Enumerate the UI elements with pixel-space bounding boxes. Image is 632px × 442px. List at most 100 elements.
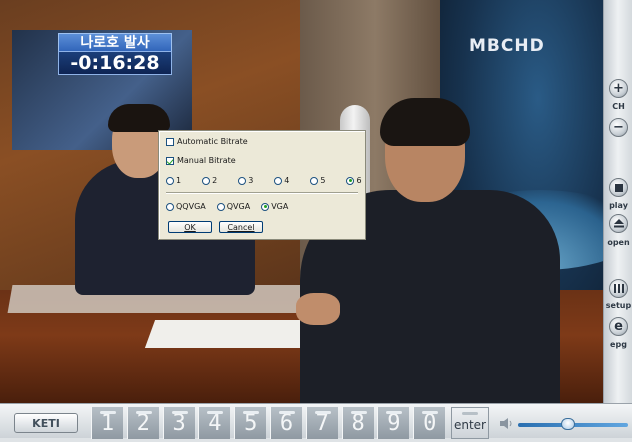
bitrate-label: 1 <box>176 176 182 185</box>
ok-button[interactable]: OK <box>168 221 212 233</box>
channel-logo: MBCHD <box>469 36 545 56</box>
digit-button-2[interactable]: 2 <box>126 407 159 439</box>
bitrate-radio[interactable] <box>238 176 247 185</box>
resolution-radio[interactable] <box>166 202 174 211</box>
presenter-right-hair <box>380 98 470 146</box>
digit-cap-indicator <box>100 411 116 414</box>
epg-button[interactable]: e <box>609 317 628 336</box>
resolution-option-qvga[interactable]: QVGA <box>216 202 251 211</box>
desk-papers <box>144 320 326 348</box>
channel-down-button[interactable]: − <box>609 118 628 137</box>
plus-icon: + <box>613 81 624 96</box>
setup-button[interactable] <box>609 279 628 298</box>
digit-cap-indicator <box>243 411 260 414</box>
bitrate-label: 4 <box>284 176 290 185</box>
epg-icon: e <box>614 319 623 334</box>
resolution-label: VGA <box>271 202 289 211</box>
digit-cap-indicator <box>135 411 152 414</box>
digit-cap-indicator <box>314 411 331 414</box>
resolution-option-qqvga[interactable]: QQVGA <box>166 202 206 211</box>
bottom-control-bar: KETI 1234567890 enter <box>0 403 632 439</box>
digit-label: 1 <box>100 411 115 436</box>
digit-button-4[interactable]: 4 <box>198 407 231 439</box>
minus-icon: − <box>613 120 624 135</box>
digit-label: 9 <box>387 411 401 436</box>
volume-slider-thumb[interactable] <box>560 418 575 430</box>
presenter-left-hair <box>108 104 170 132</box>
stop-square-icon <box>614 183 623 192</box>
bitrate-option-4[interactable]: 4 <box>274 176 289 185</box>
automatic-bitrate-label: Automatic Bitrate <box>177 137 248 146</box>
automatic-bitrate-checkbox[interactable] <box>166 137 174 146</box>
digit-label: 2 <box>136 411 150 436</box>
digit-button-3[interactable]: 3 <box>162 407 195 439</box>
bitrate-radio[interactable] <box>202 176 211 185</box>
open-label: open <box>607 238 630 247</box>
digit-button-9[interactable]: 9 <box>377 407 410 439</box>
digit-label: 5 <box>244 411 258 436</box>
resolution-radio-group: QQVGA QVGA VGA <box>166 202 299 211</box>
digit-button-0[interactable]: 0 <box>413 407 446 439</box>
digit-cap-indicator <box>207 411 224 414</box>
right-control-panel: + CH − play open setup e epg <box>603 0 632 403</box>
digit-label: 6 <box>279 411 294 436</box>
resolution-radio[interactable] <box>261 202 270 211</box>
video-display: 나로호 발사 -0:16:28 MBCHD Automatic Bitrate … <box>0 0 603 403</box>
resolution-radio[interactable] <box>216 202 225 211</box>
bitrate-dialog: Automatic Bitrate Manual Bitrate 123456 … <box>158 130 366 240</box>
digit-button-1[interactable]: 1 <box>91 407 123 439</box>
bitrate-option-2[interactable]: 2 <box>202 176 217 185</box>
digit-label: 3 <box>172 411 186 436</box>
digit-cap-indicator <box>350 411 367 414</box>
bitrate-radio[interactable] <box>310 176 319 185</box>
play-label: play <box>609 201 628 210</box>
bitrate-option-1[interactable]: 1 <box>166 176 181 185</box>
digit-cap-indicator <box>422 411 439 414</box>
resolution-option-vga[interactable]: VGA <box>261 202 288 211</box>
osd-title: 나로호 발사 <box>58 33 172 53</box>
bitrate-label: 6 <box>356 176 362 185</box>
open-button[interactable] <box>609 214 628 233</box>
digit-label: 8 <box>351 411 365 436</box>
manual-bitrate-checkbox[interactable] <box>166 156 174 165</box>
ch-label: CH <box>612 102 625 111</box>
bitrate-option-5[interactable]: 5 <box>310 176 325 185</box>
bitrate-radio[interactable] <box>274 176 283 185</box>
digit-cap-indicator <box>279 411 295 414</box>
resolution-label: QVGA <box>226 202 251 211</box>
keti-logo-button[interactable]: KETI <box>14 413 78 433</box>
speaker-icon[interactable] <box>500 418 514 429</box>
digit-button-5[interactable]: 5 <box>234 407 267 439</box>
bitrate-label: 5 <box>320 176 326 185</box>
digit-cap-indicator <box>386 411 403 414</box>
digit-button-8[interactable]: 8 <box>341 407 374 439</box>
digit-button-6[interactable]: 6 <box>270 407 302 439</box>
resolution-label: QQVGA <box>176 202 206 211</box>
eject-icon <box>613 219 624 228</box>
digit-cap-indicator <box>171 411 188 414</box>
bitrate-option-6[interactable]: 6 <box>346 176 362 185</box>
bitrate-label: 3 <box>248 176 254 185</box>
manual-bitrate-option[interactable]: Manual Bitrate <box>166 156 236 165</box>
osd-countdown: -0:16:28 <box>58 51 172 75</box>
setup-label: setup <box>605 301 632 310</box>
digit-label: 7 <box>315 411 329 436</box>
bars-icon <box>613 284 624 293</box>
digit-label: 4 <box>208 411 222 436</box>
channel-up-button[interactable]: + <box>609 79 628 98</box>
bitrate-option-3[interactable]: 3 <box>238 176 253 185</box>
cancel-button[interactable]: Cancel <box>219 221 263 233</box>
dialog-divider <box>166 192 358 194</box>
bitrate-radio[interactable] <box>166 176 174 185</box>
enter-label: enter <box>453 418 486 432</box>
automatic-bitrate-option[interactable]: Automatic Bitrate <box>166 137 248 146</box>
bitrate-radio[interactable] <box>346 176 355 185</box>
manual-bitrate-label: Manual Bitrate <box>177 156 236 165</box>
enter-cap-indicator <box>462 412 478 415</box>
epg-label: epg <box>610 340 627 349</box>
enter-button[interactable]: enter <box>451 407 489 439</box>
digit-label: 0 <box>423 411 437 436</box>
digit-button-7[interactable]: 7 <box>305 407 338 439</box>
bitrate-radio-group: 1 2 3 4 5 6 <box>166 176 383 185</box>
play-button[interactable] <box>609 178 628 197</box>
